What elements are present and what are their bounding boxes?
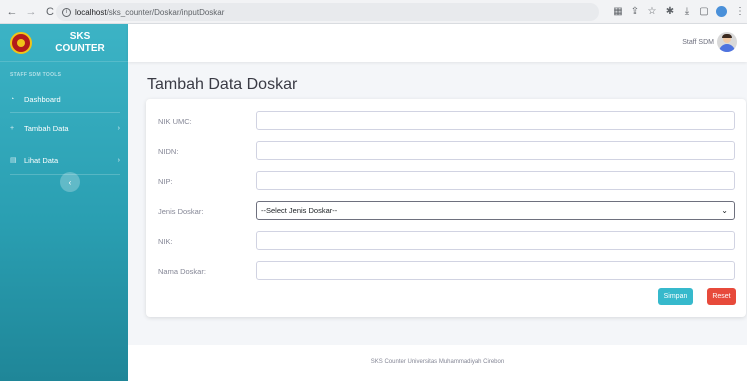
- nik-input[interactable]: [256, 231, 735, 250]
- nik-umc-input[interactable]: [256, 111, 735, 130]
- form-card: NIK UMC: NIDN: NIP: Jenis Doskar: --Sele…: [146, 99, 746, 317]
- share-icon[interactable]: ⇪: [628, 4, 642, 18]
- reset-button[interactable]: Reset: [707, 288, 736, 305]
- nama-doskar-label: Nama Doskar:: [158, 267, 206, 276]
- chevron-left-icon: ‹: [68, 177, 72, 187]
- sidebar-divider: [10, 112, 120, 113]
- sidebar-item-dashboard[interactable]: ◔ Dashboard: [0, 91, 128, 107]
- nik-umc-label: NIK UMC:: [158, 117, 192, 126]
- jenis-doskar-select[interactable]: --Select Jenis Doskar-- ⌄: [256, 201, 735, 220]
- footer-text: SKS Counter Universitas Muhammadiyah Cir…: [370, 359, 505, 365]
- chevron-right-icon: ›: [117, 156, 120, 164]
- sidebar: SKS COUNTER STAFF SDM TOOLS ◔ Dashboard …: [0, 24, 128, 381]
- download-icon[interactable]: ⤓: [680, 4, 694, 18]
- file-icon: ▤: [10, 157, 17, 164]
- address-bar[interactable]: i localhost/sks_counter/Doskar/inputDosk…: [56, 3, 599, 21]
- brand-name: SKS COUNTER: [55, 30, 105, 54]
- brand[interactable]: SKS COUNTER: [0, 24, 128, 62]
- jenis-doskar-label: Jenis Doskar:: [158, 207, 204, 216]
- plus-icon: +: [10, 124, 15, 132]
- sidebar-item-tambah-data[interactable]: + Tambah Data ›: [0, 120, 128, 136]
- extensions-icon[interactable]: ✱: [663, 4, 677, 18]
- sidebar-item-label: Lihat Data: [24, 155, 59, 165]
- url-path: /sks_counter/Doskar/inputDoskar: [106, 7, 225, 17]
- chevron-right-icon: ›: [117, 124, 120, 132]
- menu-icon[interactable]: ⋮: [733, 4, 747, 18]
- chevron-down-icon: ⌄: [721, 206, 728, 215]
- topbar: Staff SDM: [128, 24, 747, 62]
- avatar[interactable]: [717, 32, 737, 52]
- nama-doskar-input[interactable]: [256, 261, 735, 280]
- university-logo-icon: [10, 31, 32, 54]
- page-title: Tambah Data Doskar: [147, 76, 298, 93]
- site-info-icon[interactable]: i: [62, 7, 71, 17]
- sidebar-item-label: Tambah Data: [24, 123, 69, 133]
- save-button[interactable]: Simpan: [658, 288, 693, 305]
- forward-icon[interactable]: →: [24, 5, 38, 19]
- dashboard-icon: ◔: [10, 95, 15, 103]
- nip-input[interactable]: [256, 171, 735, 190]
- sidebar-toggle-button[interactable]: ‹: [60, 172, 80, 192]
- sidebar-item-lihat-data[interactable]: ▤ Lihat Data ›: [0, 152, 128, 168]
- translate-icon[interactable]: ▦: [611, 4, 625, 18]
- back-icon[interactable]: ←: [5, 5, 19, 19]
- reload-icon[interactable]: C: [43, 5, 57, 19]
- browser-toolbar: ← → C i localhost/sks_counter/Doskar/inp…: [0, 0, 747, 24]
- nidn-input[interactable]: [256, 141, 735, 160]
- profile-icon[interactable]: [714, 4, 728, 18]
- nip-label: NIP:: [158, 177, 173, 186]
- sidebar-item-label: Dashboard: [24, 94, 61, 104]
- nik-label: NIK:: [158, 237, 173, 246]
- user-name[interactable]: Staff SDM: [682, 39, 714, 46]
- bookmark-star-icon[interactable]: ☆: [645, 4, 659, 18]
- nidn-label: NIDN:: [158, 147, 179, 156]
- side-panel-icon[interactable]: ▢: [697, 4, 711, 18]
- sidebar-section-title: STAFF SDM TOOLS: [10, 72, 62, 78]
- url-host: localhost: [75, 7, 107, 17]
- jenis-doskar-selected-value: --Select Jenis Doskar--: [261, 206, 338, 215]
- footer: SKS Counter Universitas Muhammadiyah Cir…: [128, 345, 747, 381]
